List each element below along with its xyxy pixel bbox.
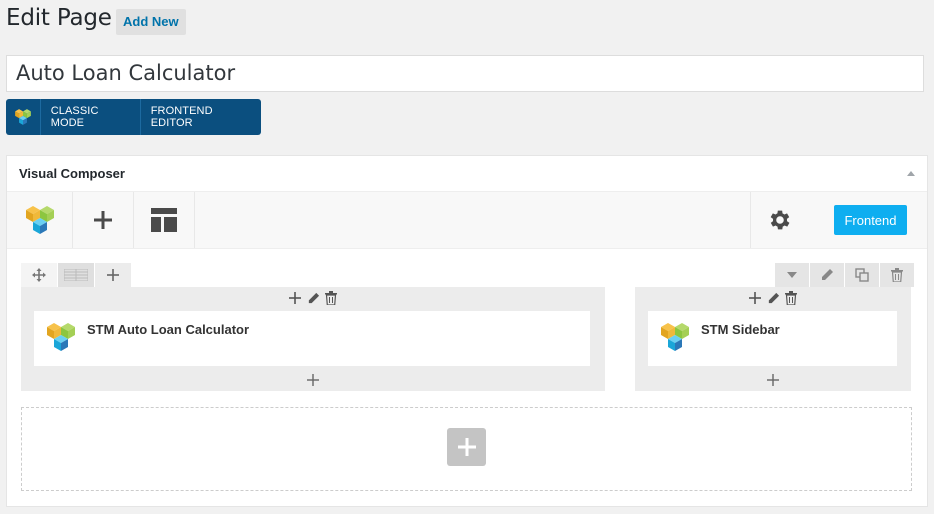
post-title-input[interactable]: Auto Loan Calculator xyxy=(6,55,924,92)
frontend-button[interactable]: Frontend xyxy=(834,205,907,235)
row-layout-icon[interactable] xyxy=(58,263,94,287)
column-2: STM Sidebar xyxy=(635,287,911,391)
composer-navbar: Frontend xyxy=(7,192,927,249)
delete-row-icon[interactable] xyxy=(880,263,914,287)
vc-logo-icon[interactable] xyxy=(7,192,73,248)
visual-composer-box: Visual Composer Frontend STM Auto Loan C… xyxy=(6,155,928,507)
element-block[interactable]: STM Auto Loan Calculator xyxy=(34,311,590,366)
box-title: Visual Composer xyxy=(19,166,125,181)
pencil-icon[interactable] xyxy=(305,290,321,306)
add-element-plus-icon[interactable] xyxy=(305,372,321,388)
column-1: STM Auto Loan Calculator xyxy=(21,287,605,391)
add-element-plus-icon[interactable] xyxy=(765,372,781,388)
move-icon[interactable] xyxy=(21,263,57,287)
element-block[interactable]: STM Sidebar xyxy=(648,311,897,366)
trash-icon[interactable] xyxy=(323,290,339,306)
add-row-button[interactable] xyxy=(447,428,486,466)
plus-icon[interactable] xyxy=(287,290,303,306)
column-tools xyxy=(747,290,799,306)
plus-icon[interactable] xyxy=(747,290,763,306)
add-row-dropzone xyxy=(21,407,912,491)
add-column-icon[interactable] xyxy=(95,263,131,287)
page-title: Edit Page xyxy=(6,5,112,31)
clone-row-icon[interactable] xyxy=(845,263,879,287)
frontend-editor-button[interactable]: FRONTEND EDITOR xyxy=(141,99,261,135)
gear-icon[interactable] xyxy=(750,192,809,248)
collapse-arrow-icon[interactable] xyxy=(907,171,915,176)
row-controls-right xyxy=(774,263,914,287)
row-controls-left xyxy=(21,263,132,287)
trash-icon[interactable] xyxy=(783,290,799,306)
editor-mode-bar: CLASSIC MODE FRONTEND EDITOR xyxy=(6,99,261,135)
add-new-button[interactable]: Add New xyxy=(116,9,186,35)
edit-row-icon[interactable] xyxy=(810,263,844,287)
toggle-row-icon[interactable] xyxy=(775,263,809,287)
pencil-icon[interactable] xyxy=(765,290,781,306)
column-tools xyxy=(287,290,339,306)
templates-layout-icon[interactable] xyxy=(134,192,195,248)
element-title: STM Sidebar xyxy=(701,322,780,337)
classic-mode-button[interactable]: CLASSIC MODE xyxy=(41,99,141,135)
add-element-icon[interactable] xyxy=(73,192,134,248)
vc-logo-icon xyxy=(6,99,41,135)
vc-element-icon xyxy=(659,321,691,357)
element-title: STM Auto Loan Calculator xyxy=(87,322,250,337)
vc-element-icon xyxy=(45,321,77,357)
box-header: Visual Composer xyxy=(7,156,927,192)
